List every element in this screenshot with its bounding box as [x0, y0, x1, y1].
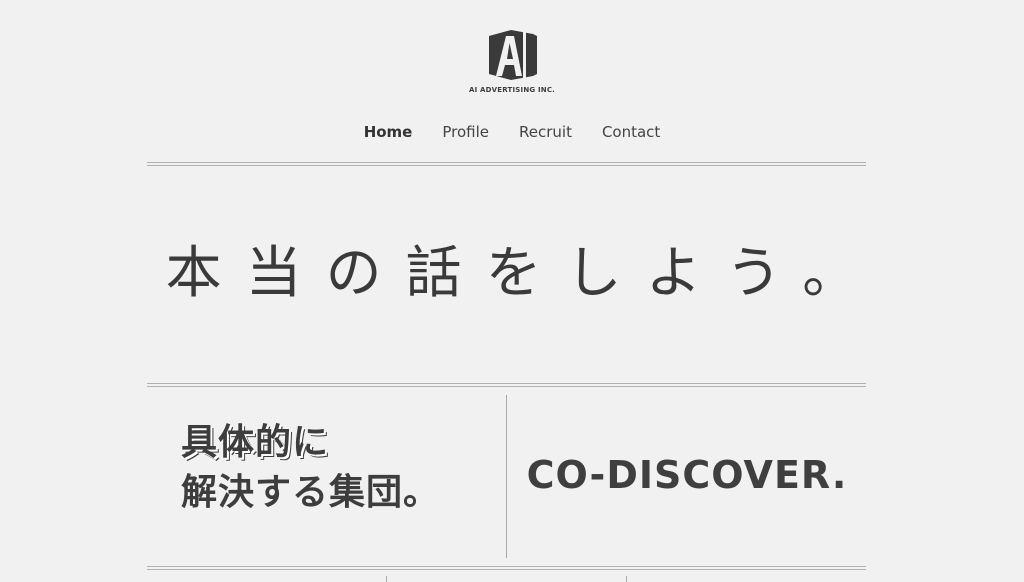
feature-heading-jp: 具体的に 解決する集団。	[181, 418, 440, 518]
feature-heading-line1: 具体的に	[181, 422, 330, 463]
bottom-column-divider-1	[386, 576, 387, 582]
nav-contact[interactable]: Contact	[587, 121, 675, 143]
nav-profile[interactable]: Profile	[427, 121, 504, 143]
company-name: AI ADVERTISING INC.	[468, 86, 556, 94]
ai-logo-icon	[489, 30, 537, 80]
bottom-column-divider-2	[626, 576, 627, 582]
section-divider-bottom	[147, 566, 866, 570]
header-divider	[147, 162, 866, 166]
page: AI ADVERTISING INC. Home Profile Recruit…	[0, 0, 1024, 582]
section-divider-top	[147, 383, 866, 387]
main-nav: Home Profile Recruit Contact	[0, 121, 1024, 143]
nav-home[interactable]: Home	[349, 121, 428, 143]
hero-tagline: 本当の話をしよう。	[165, 241, 883, 306]
nav-recruit[interactable]: Recruit	[504, 121, 587, 143]
site-logo[interactable]: AI ADVERTISING INC.	[0, 28, 1024, 94]
feature-slogan: CO-DISCOVER.	[526, 453, 848, 497]
feature-heading-line2: 解決する集団。	[181, 472, 441, 513]
